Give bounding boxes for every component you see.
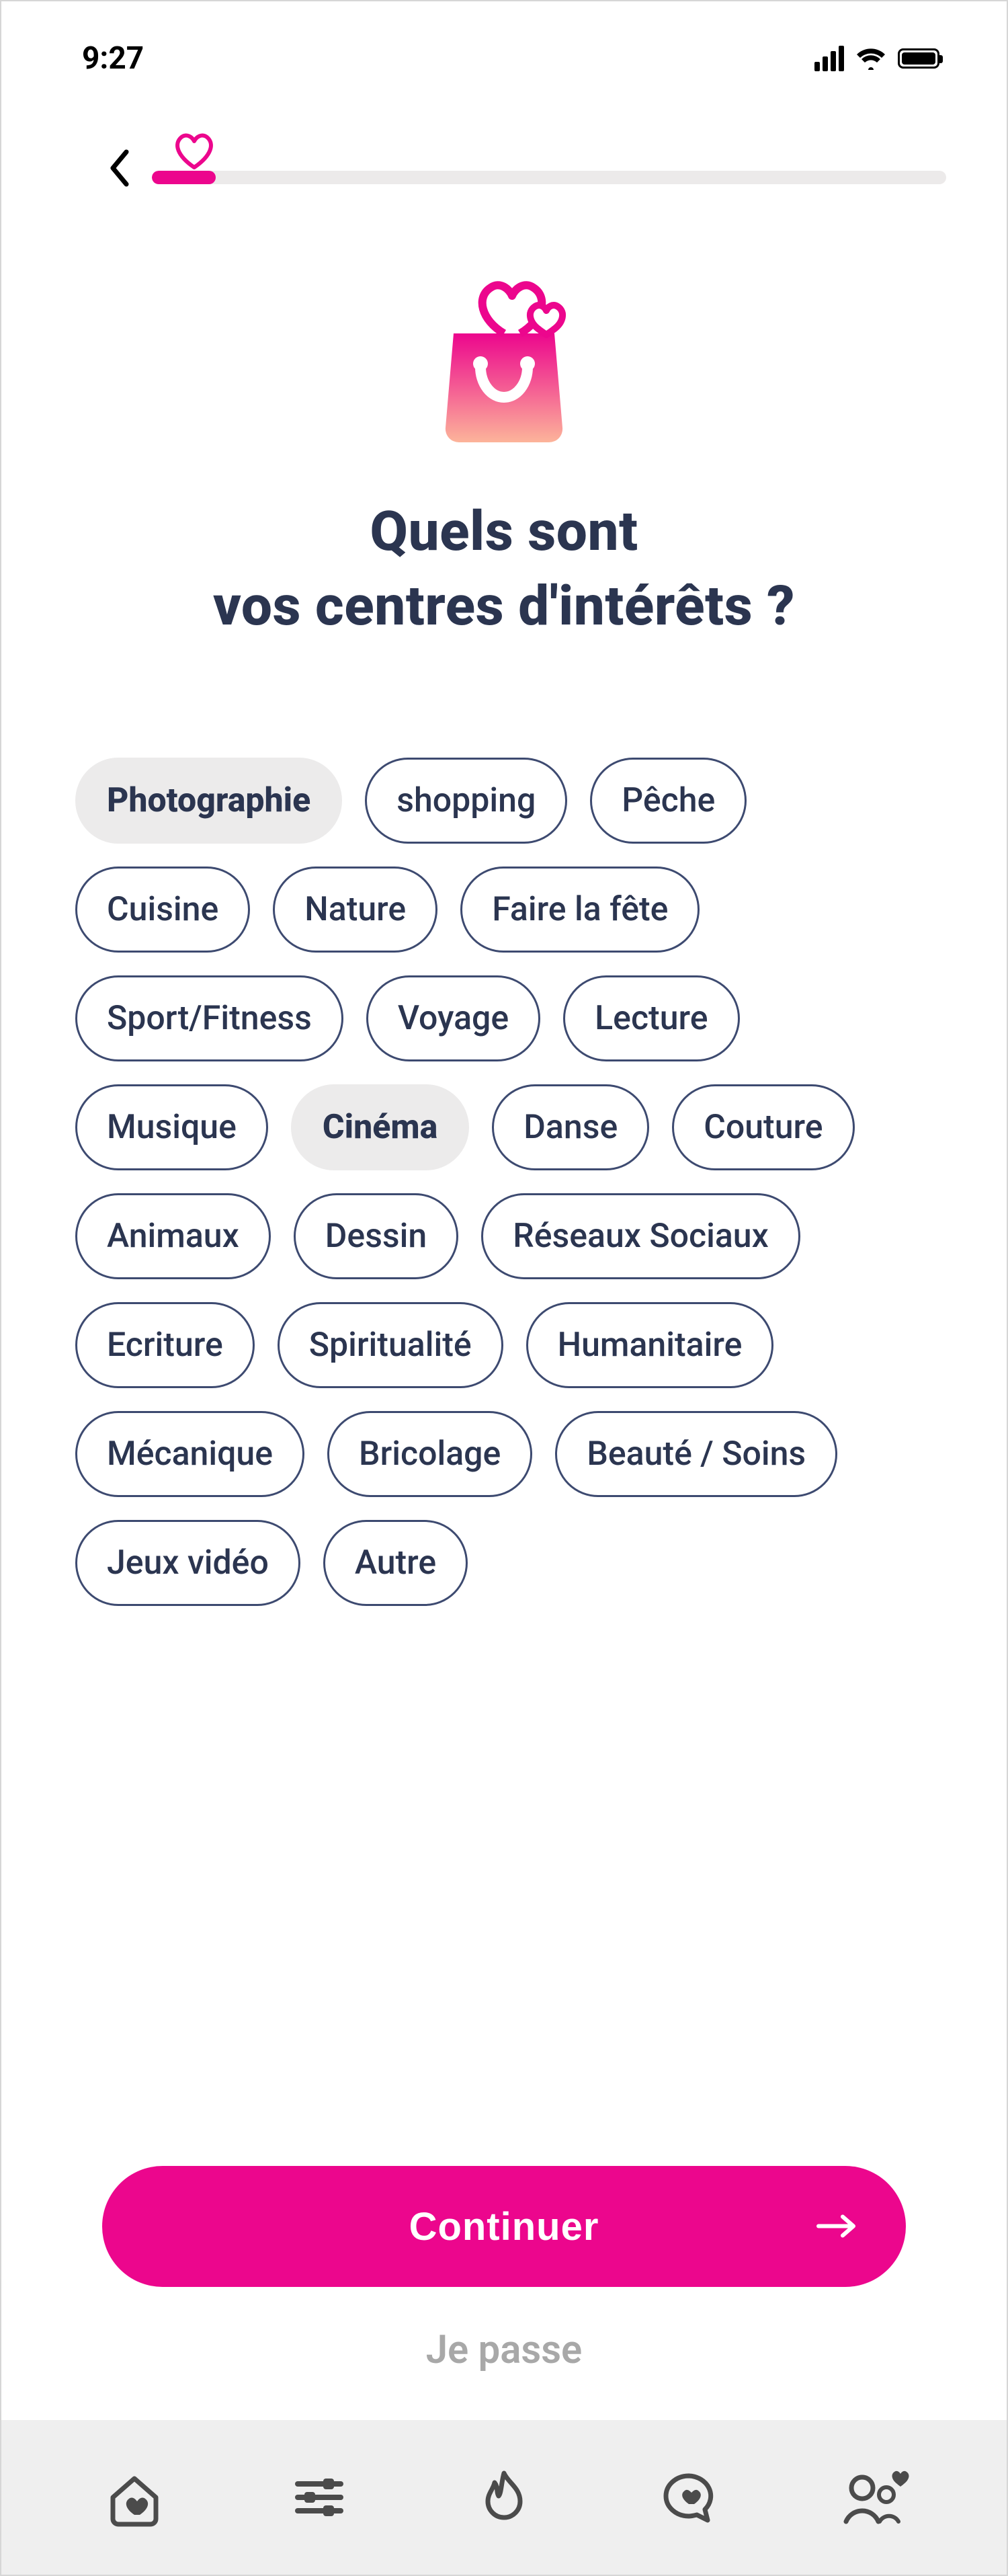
- interest-chip[interactable]: Cinéma: [291, 1084, 469, 1170]
- tab-messages[interactable]: [648, 2457, 729, 2538]
- tab-home[interactable]: [94, 2457, 175, 2538]
- interest-chip-label: Bricolage: [359, 1435, 501, 1474]
- arrow-right-icon: [816, 2204, 859, 2249]
- interest-chip-label: Sport/Fitness: [107, 999, 312, 1038]
- interest-chip-list: Photographie shopping Pêche Cuisine Nature Fa…: [1, 643, 1007, 1606]
- interest-chip-label: Voyage: [398, 999, 509, 1038]
- tab-profile[interactable]: [833, 2457, 914, 2538]
- interest-chip[interactable]: Autre: [323, 1520, 468, 1606]
- interest-chip[interactable]: Dessin: [294, 1193, 458, 1279]
- cellular-icon: [814, 46, 844, 71]
- interest-chip[interactable]: Pêche: [590, 758, 747, 844]
- shopping-bag-heart-icon: [423, 273, 585, 448]
- title-line-2: vos centres d'intérêts ?: [213, 574, 795, 639]
- interest-chip[interactable]: Danse: [492, 1084, 649, 1170]
- heart-icon: [171, 130, 218, 171]
- footer-actions: Continuer Je passe: [1, 2166, 1007, 2420]
- interest-chip[interactable]: Beauté / Soins: [555, 1411, 837, 1497]
- interest-chip[interactable]: Lecture: [563, 975, 739, 1061]
- interest-chip-label: Faire la fête: [492, 890, 668, 929]
- interest-chip[interactable]: Faire la fête: [460, 867, 700, 953]
- back-button[interactable]: [102, 151, 137, 186]
- interest-chip-label: Humanitaire: [558, 1326, 743, 1365]
- status-bar: 9:27: [1, 1, 1007, 77]
- progress-bar: [152, 171, 946, 184]
- interest-chip-label: Lecture: [595, 999, 708, 1038]
- interest-chip[interactable]: Sport/Fitness: [75, 975, 343, 1061]
- progress-track: [152, 171, 946, 184]
- home-heart-icon: [102, 2465, 167, 2530]
- sliders-icon: [287, 2465, 351, 2530]
- interest-chip[interactable]: Nature: [273, 867, 437, 953]
- continue-button[interactable]: Continuer: [102, 2166, 906, 2287]
- interest-chip[interactable]: Photographie: [75, 758, 342, 844]
- people-heart-icon: [837, 2465, 911, 2530]
- interest-chip-label: Cuisine: [107, 890, 218, 929]
- interest-chip[interactable]: Humanitaire: [526, 1302, 774, 1388]
- chevron-left-icon: [106, 148, 133, 188]
- interest-chip-label: Spiritualité: [309, 1326, 472, 1365]
- interest-chip-label: Couture: [704, 1108, 823, 1147]
- interest-chip[interactable]: Animaux: [75, 1193, 271, 1279]
- interest-chip[interactable]: Musique: [75, 1084, 268, 1170]
- interest-chip[interactable]: Spiritualité: [278, 1302, 503, 1388]
- interest-chip-label: Dessin: [325, 1217, 427, 1256]
- page-title: Quels sont vos centres d'intérêts ?: [1, 495, 1007, 643]
- interest-chip-label: Pêche: [622, 781, 715, 820]
- continue-label: Continuer: [409, 2204, 599, 2249]
- interest-chip-label: shopping: [396, 781, 536, 820]
- interest-chip-label: Jeux vidéo: [107, 1543, 269, 1582]
- interest-chip[interactable]: shopping: [365, 758, 567, 844]
- wifi-icon: [856, 47, 886, 70]
- interest-chip[interactable]: Bricolage: [327, 1411, 532, 1497]
- tab-bar: [1, 2420, 1007, 2575]
- battery-icon: [898, 48, 939, 69]
- interest-chip-label: Ecriture: [107, 1326, 223, 1365]
- interest-chip-label: Réseaux Sociaux: [513, 1217, 769, 1256]
- interest-chip-label: Musique: [107, 1108, 237, 1147]
- interest-chip-label: Animaux: [107, 1217, 239, 1256]
- title-line-1: Quels sont: [370, 499, 638, 564]
- chat-heart-icon: [657, 2465, 721, 2530]
- screen: 9:27: [0, 0, 1008, 2576]
- interest-chip-label: Danse: [523, 1108, 618, 1147]
- hero-illustration: [1, 273, 1007, 448]
- tab-filters[interactable]: [279, 2457, 360, 2538]
- interest-chip[interactable]: Mécanique: [75, 1411, 304, 1497]
- interest-chip-label: Beauté / Soins: [587, 1435, 806, 1474]
- interest-chip[interactable]: Cuisine: [75, 867, 250, 953]
- interest-chip[interactable]: Jeux vidéo: [75, 1520, 300, 1606]
- interest-chip[interactable]: Voyage: [366, 975, 540, 1061]
- status-time: 9:27: [82, 40, 144, 77]
- interest-chip[interactable]: Réseaux Sociaux: [481, 1193, 800, 1279]
- interest-chip-label: Cinéma: [323, 1108, 437, 1147]
- interest-chip-label: Mécanique: [107, 1435, 273, 1474]
- skip-link[interactable]: Je passe: [426, 2327, 583, 2373]
- status-indicators: [814, 46, 939, 71]
- interest-chip-label: Photographie: [107, 781, 310, 820]
- interest-chip[interactable]: Couture: [672, 1084, 854, 1170]
- tab-discover[interactable]: [464, 2457, 544, 2538]
- flame-icon: [472, 2465, 536, 2530]
- progress-fill: [152, 171, 216, 184]
- interest-chip-label: Nature: [304, 890, 406, 929]
- progress-row: [1, 77, 1007, 186]
- interest-chip[interactable]: Ecriture: [75, 1302, 255, 1388]
- interest-chip-label: Autre: [355, 1543, 436, 1582]
